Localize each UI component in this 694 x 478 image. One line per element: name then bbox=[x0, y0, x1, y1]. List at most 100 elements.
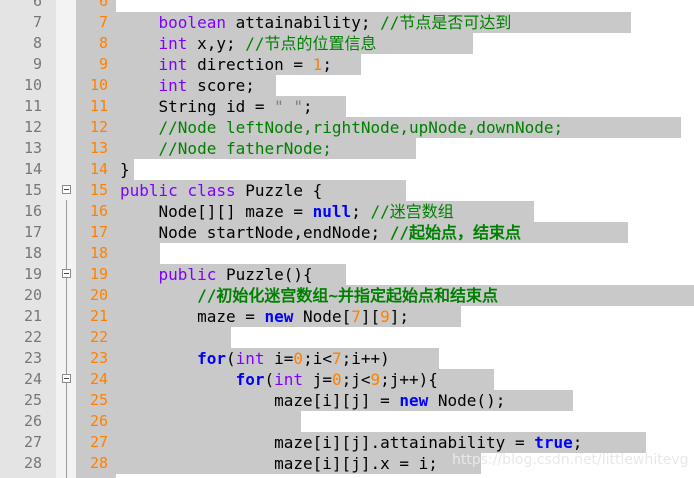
line-number: 27 bbox=[23, 433, 42, 451]
code-line[interactable]: 17 17 Node startNode,endNode; //起始点，结束点 bbox=[0, 222, 694, 243]
code-text bbox=[120, 327, 197, 348]
code-token: 0 bbox=[293, 349, 304, 368]
code-token: //Node leftNode,rightNode,upNode,downNod… bbox=[158, 118, 564, 137]
code-line[interactable]: 27 27 maze[i][j].attainability = true; bbox=[0, 432, 694, 453]
code-line[interactable]: 7 7 boolean attainability; //节点是否可达到 bbox=[0, 12, 694, 33]
code-text: //Node fatherNode; bbox=[120, 138, 332, 159]
pasted-line-number: 13 bbox=[89, 139, 108, 157]
pasted-line-number: 24 bbox=[89, 370, 108, 388]
pasted-line-number: 27 bbox=[89, 433, 108, 451]
code-line[interactable]: 22 22 bbox=[0, 327, 694, 348]
pasted-line-number: 18 bbox=[89, 244, 108, 262]
code-token: //节点是否可达到 bbox=[380, 13, 512, 32]
code-token: int bbox=[158, 76, 188, 95]
code-text: int x,y; //节点的位置信息 bbox=[120, 33, 377, 54]
line-number: 11 bbox=[23, 97, 42, 115]
line-number: 25 bbox=[23, 391, 42, 409]
code-token: x,y; bbox=[187, 34, 246, 53]
code-text: maze[i][j] = new Node(); bbox=[120, 390, 505, 411]
code-token: true bbox=[534, 433, 573, 452]
code-line[interactable]: 25 25 maze[i][j] = new Node(); bbox=[0, 390, 694, 411]
code-token: 0 bbox=[331, 370, 342, 389]
code-token: int bbox=[158, 55, 188, 74]
code-text bbox=[120, 411, 274, 432]
code-token: " " bbox=[274, 97, 304, 116]
pasted-line-number: 19 bbox=[89, 265, 108, 283]
pasted-line-number: 8 bbox=[98, 34, 108, 52]
code-token: public bbox=[120, 181, 178, 200]
pasted-line-number: 7 bbox=[98, 13, 108, 31]
code-token: new bbox=[264, 307, 294, 326]
code-line[interactable]: 8 8 int x,y; //节点的位置信息 bbox=[0, 33, 694, 54]
line-number: 14 bbox=[23, 160, 42, 178]
line-number: 20 bbox=[23, 286, 42, 304]
line-number: 15 bbox=[23, 181, 42, 199]
collapse-fold-icon[interactable] bbox=[62, 269, 71, 278]
code-token: ; bbox=[322, 55, 332, 74]
code-token: ;j< bbox=[341, 370, 371, 389]
code-token: ; bbox=[351, 202, 371, 221]
code-token: Node startNode,endNode; bbox=[120, 223, 390, 242]
code-token: 9 bbox=[370, 370, 381, 389]
code-line[interactable]: 9 9 int direction = 1; bbox=[0, 54, 694, 75]
code-line[interactable]: 11 11 String id = " "; bbox=[0, 96, 694, 117]
line-number: 19 bbox=[23, 265, 42, 283]
line-number: 16 bbox=[23, 202, 42, 220]
code-text: public Puzzle(){ bbox=[120, 264, 313, 285]
pasted-line-number: 9 bbox=[98, 55, 108, 73]
code-token: //起始点，结束点 bbox=[389, 223, 521, 242]
code-line[interactable]: 15 15 public class Puzzle { bbox=[0, 180, 694, 201]
code-token: maze = bbox=[120, 307, 265, 326]
code-text: maze = new Node[7][9]; bbox=[120, 306, 409, 327]
code-token: Puzzle(){ bbox=[216, 265, 313, 284]
code-token: i= bbox=[264, 349, 294, 368]
code-line[interactable]: 24 24 for(int j=0;j<9;j++){ bbox=[0, 369, 694, 390]
code-text: for(int i=0;i<7;i++) bbox=[120, 348, 390, 369]
collapse-fold-icon[interactable] bbox=[62, 185, 71, 194]
code-token: null bbox=[312, 202, 352, 221]
pasted-line-number: 16 bbox=[89, 202, 108, 220]
code-token: maze[i][j] = bbox=[120, 391, 400, 410]
code-token: String id = bbox=[120, 97, 275, 116]
code-token: class bbox=[187, 181, 236, 200]
line-number: 24 bbox=[23, 370, 42, 388]
pasted-line-number: 6 bbox=[98, 0, 108, 10]
line-number: 10 bbox=[23, 76, 42, 94]
code-text: } bbox=[120, 159, 130, 180]
collapse-fold-icon[interactable] bbox=[62, 374, 71, 383]
code-token: //节点的位置信息 bbox=[245, 34, 377, 53]
code-token: ( bbox=[264, 370, 275, 389]
code-line[interactable]: 19 19 public Puzzle(){ bbox=[0, 264, 694, 285]
code-line[interactable]: 21 21 maze = new Node[7][9]; bbox=[0, 306, 694, 327]
code-line[interactable]: 23 23 for(int i=0;i<7;i++) bbox=[0, 348, 694, 369]
code-token: ;i< bbox=[303, 349, 332, 368]
code-text: //初始化迷宫数组~并指定起始点和结束点 bbox=[120, 285, 498, 306]
line-number: 23 bbox=[23, 349, 42, 367]
code-line[interactable]: 16 16 Node[][] maze = null; //迷宫数组 bbox=[0, 201, 694, 222]
code-line[interactable]: 10 10 int score; bbox=[0, 75, 694, 96]
code-line[interactable]: 20 20 //初始化迷宫数组~并指定起始点和结束点 bbox=[0, 285, 694, 306]
watermark-text: https://blog.csdn.net/littlewhitevg bbox=[452, 452, 689, 468]
code-token: } bbox=[120, 160, 130, 179]
code-token: public bbox=[158, 265, 217, 284]
pasted-line-number: 26 bbox=[89, 412, 108, 430]
code-token: ;i++) bbox=[341, 349, 390, 368]
code-line[interactable]: 14 14} bbox=[0, 159, 694, 180]
code-line[interactable]: 26 26 bbox=[0, 411, 694, 432]
code-line[interactable]: 13 13 //Node fatherNode; bbox=[0, 138, 694, 159]
code-line[interactable]: 66 bbox=[0, 0, 694, 12]
line-number: 18 bbox=[23, 244, 42, 262]
pasted-line-number: 21 bbox=[89, 307, 108, 325]
code-token: maze[i][j].x = i; bbox=[120, 454, 438, 473]
code-line[interactable]: 12 12 //Node leftNode,rightNode,upNode,do… bbox=[0, 117, 694, 138]
code-line[interactable]: 18 18 bbox=[0, 243, 694, 264]
pasted-line-number: 12 bbox=[89, 118, 108, 136]
